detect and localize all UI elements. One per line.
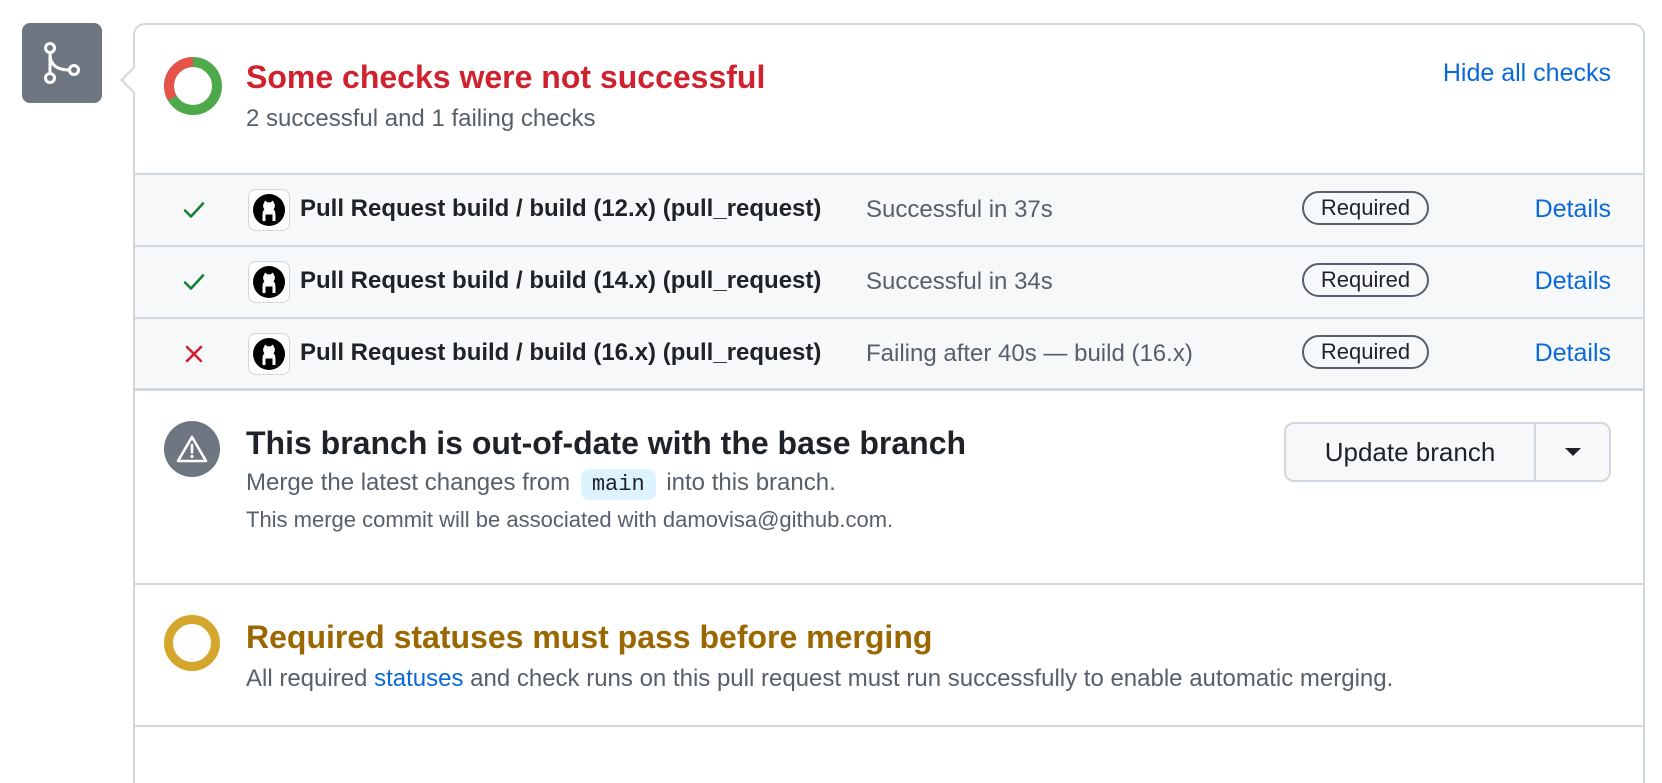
required-statuses-title: Required statuses must pass before mergi… [246,619,933,655]
update-branch-dropdown-button[interactable] [1536,424,1609,480]
checks-summary-header: Some checks were not successful 2 succes… [135,25,1643,175]
merge-badge [22,23,102,103]
github-icon [253,194,285,226]
check-description: Successful in 34s [866,268,1053,295]
required-statuses-section: Required statuses must pass before mergi… [135,585,1643,727]
check-icon [183,274,205,290]
check-name: Pull Request build / build (12.x) (pull_… [300,195,822,222]
github-app-avatar [248,189,290,231]
update-branch-button-group: Update branch [1284,422,1611,482]
merge-status-panel: Some checks were not successful 2 succes… [120,23,1645,783]
github-app-avatar [248,261,290,303]
check-row: Pull Request build / build (16.x) (pull_… [135,319,1643,390]
triangle-down-icon [1564,448,1581,456]
branch-desc-start: Merge the latest changes from [246,469,571,496]
check-name: Pull Request build / build (16.x) (pull_… [300,339,822,366]
required-statuses-description: All required statuses and check runs on … [246,665,1393,693]
required-badge: Required [1302,263,1429,297]
checks-subtitle: 2 successful and 1 failing checks [246,105,596,132]
github-icon [253,338,285,370]
required-badge: Required [1302,191,1429,225]
required-desc-start: All required [246,665,368,692]
details-link[interactable]: Details [1535,267,1611,296]
check-description: Successful in 37s [866,196,1053,223]
github-app-avatar [248,333,290,375]
details-link[interactable]: Details [1535,195,1611,224]
check-row: Pull Request build / build (12.x) (pull_… [135,175,1643,247]
branch-status-description: Merge the latest changes from main into … [246,469,836,500]
check-description: Failing after 40s — build (16.x) [866,340,1193,367]
git-merge-icon [44,42,80,84]
statuses-link[interactable]: statuses [374,665,463,692]
check-icon [183,202,205,218]
branch-outdated-section: This branch is out-of-date with the base… [135,390,1643,585]
pending-circle-icon [164,615,220,671]
hide-all-checks-link[interactable]: Hide all checks [1443,59,1611,88]
details-link[interactable]: Details [1535,339,1611,368]
update-branch-button[interactable]: Update branch [1286,424,1536,480]
check-row: Pull Request build / build (14.x) (pull_… [135,247,1643,319]
x-icon [185,345,203,363]
github-icon [253,266,285,298]
required-badge: Required [1302,335,1429,369]
branch-desc-end: into this branch. [666,469,836,496]
alert-badge [164,421,220,477]
checks-list: Pull Request build / build (12.x) (pull_… [135,175,1643,390]
failing-arc [164,57,194,101]
checks-status-donut-icon [164,57,222,115]
checks-title: Some checks were not successful [246,59,766,95]
branch-status-title: This branch is out-of-date with the base… [246,425,967,461]
check-name: Pull Request build / build (14.x) (pull_… [300,267,822,294]
merge-commit-note: This merge commit will be associated wit… [246,507,894,532]
required-desc-end: and check runs on this pull request must… [470,665,1394,692]
base-branch-name: main [580,469,656,500]
alert-icon [176,435,208,463]
